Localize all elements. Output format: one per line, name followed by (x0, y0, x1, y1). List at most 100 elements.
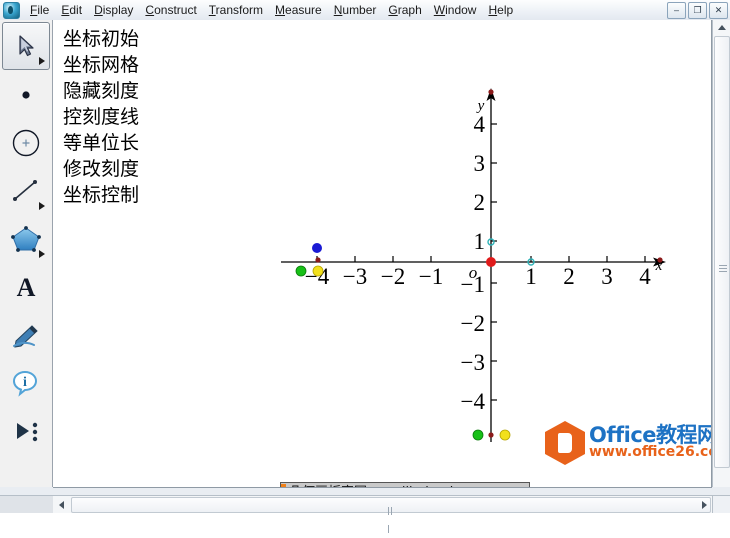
coordinate-system: −4 −3 −2 −1 1 2 3 4 4 3 2 1 −1 −2 −3 −4 (281, 88, 666, 442)
polygon-tool[interactable] (3, 216, 49, 262)
y-axis-arrow-point[interactable] (488, 89, 494, 95)
x-tick-label-1: 1 (525, 264, 537, 289)
close-button[interactable]: ✕ (709, 2, 728, 19)
office-hex-icon (545, 421, 585, 465)
office-url-text: www.office26.com (589, 444, 711, 460)
scrollbar-corner (712, 495, 730, 513)
x-left-anchor-point[interactable] (315, 257, 321, 263)
custom-tool[interactable] (3, 408, 49, 454)
origin-point[interactable] (486, 257, 496, 267)
x-tick-label-3: 3 (601, 264, 613, 289)
y-tick-label-1: 1 (474, 229, 486, 254)
scroll-left-button[interactable] (54, 497, 69, 512)
vertical-scroll-grip-icon (719, 265, 727, 272)
arrow-left-icon (59, 500, 64, 509)
toolbox: A i (0, 20, 53, 487)
menu-display-rest: isplay (102, 2, 134, 17)
menu-edit[interactable]: Edit (55, 2, 88, 19)
x-tick-label--3: −3 (343, 264, 367, 289)
horizontal-scrollbar[interactable] (53, 495, 730, 533)
horizontal-scroll-thumb[interactable] (71, 497, 711, 533)
x-axis-arrow-point[interactable] (657, 257, 663, 263)
y-tick-label-2: 2 (474, 190, 486, 215)
scroll-right-button[interactable] (697, 497, 712, 512)
office-tutorial-logo: Office教程网 www.office26.com (543, 419, 711, 465)
menu-construct-acc: C (145, 2, 155, 17)
menu-graph[interactable]: Graph (382, 2, 427, 19)
y-tick-label-3: 3 (474, 151, 486, 176)
x-tick-label--2: −2 (381, 264, 405, 289)
green-control-point-x[interactable] (295, 265, 307, 277)
menu-display-acc: D (94, 2, 103, 17)
scroll-up-button[interactable] (714, 20, 729, 35)
yellow-control-point-x[interactable] (312, 265, 324, 277)
x-tick-label-2: 2 (563, 264, 575, 289)
arrow-up-icon (717, 25, 726, 30)
menu-transform-rest: ransform (215, 2, 264, 17)
menu-number[interactable]: Number (328, 2, 383, 19)
svg-text:i: i (23, 375, 27, 390)
menu-measure-acc: M (275, 2, 286, 17)
menu-edit-rest: dit (69, 2, 83, 17)
y-axis-label: y (476, 98, 485, 114)
arrow-tool-expander-icon[interactable] (39, 57, 45, 65)
menu-window-acc: W (433, 2, 446, 17)
y-tick-label--4: −4 (461, 389, 486, 414)
horizontal-scroll-grip-icon (388, 502, 394, 533)
arrow-cursor-icon (19, 35, 34, 57)
sketchpad-icon (3, 1, 20, 19)
y-tick-label--3: −3 (461, 350, 485, 375)
minimize-button[interactable]: – (667, 2, 686, 19)
vertical-scrollbar[interactable] (712, 20, 730, 487)
origin-label: o (469, 263, 478, 282)
arrow-select-tool[interactable] (2, 22, 50, 70)
menu-measure-rest: easure (285, 2, 322, 17)
sketchpad-window: File Edit Display Construct Transform Me… (0, 0, 730, 533)
menu-help[interactable]: Help (482, 2, 519, 19)
watermark-text: 几何画板官网www.jihehuaban.com.cn (286, 484, 529, 487)
y-bottom-anchor-point[interactable] (488, 432, 494, 438)
y-tick-label--2: −2 (461, 311, 485, 336)
point-tool[interactable] (3, 72, 49, 118)
window-controls: – ❐ ✕ (667, 2, 728, 19)
play-triangle-icon (17, 422, 38, 442)
menu-help-rest: elp (497, 2, 514, 17)
x-axis-ticks (316, 256, 646, 262)
restore-button[interactable]: ❐ (688, 2, 707, 19)
info-balloon-icon: i (13, 371, 38, 397)
menu-measure[interactable]: Measure (269, 2, 328, 19)
menu-window[interactable]: Window (428, 2, 483, 19)
line-tool-expander-icon[interactable] (39, 202, 45, 210)
x-tick-label-4: 4 (639, 264, 651, 289)
yellow-control-point-y[interactable] (499, 429, 511, 441)
marker-pen-icon (13, 325, 38, 348)
green-control-point-y[interactable] (472, 429, 484, 441)
menu-construct[interactable]: Construct (139, 2, 202, 19)
compass-circle-tool[interactable] (3, 120, 49, 166)
text-a-icon: A (17, 273, 36, 301)
straightedge-line-tool[interactable] (3, 168, 49, 214)
menu-transform[interactable]: Transform (203, 2, 269, 19)
y-tick-label-4: 4 (474, 112, 486, 137)
marker-pen-tool[interactable] (3, 312, 49, 358)
menu-bar: File Edit Display Construct Transform Me… (0, 0, 730, 21)
menu-transform-acc: T (208, 2, 216, 17)
menu-display[interactable]: Display (88, 2, 139, 19)
blue-control-point[interactable] (312, 243, 322, 253)
line-segment-icon (13, 180, 37, 201)
menu-graph-rest: raph (397, 2, 422, 17)
status-corner-left (0, 495, 53, 513)
svg-text:A: A (17, 273, 36, 301)
vertical-scroll-thumb[interactable] (714, 36, 730, 468)
menu-help-acc: H (488, 2, 498, 17)
menu-file[interactable]: File (24, 2, 55, 19)
information-tool[interactable]: i (3, 360, 49, 406)
menu-number-rest: umber (342, 2, 377, 17)
text-tool[interactable]: A (3, 264, 49, 310)
menu-construct-rest: onstruct (154, 2, 197, 17)
sketch-canvas[interactable]: 坐标初始 坐标网格 隐藏刻度 控刻度线 等单位长 修改刻度 坐标控制 −4 −3… (53, 20, 712, 488)
site-watermark: 几何画板官网www.jihehuaban.com.cn (280, 482, 530, 487)
polygon-tool-expander-icon[interactable] (39, 250, 45, 258)
circle-icon (12, 129, 40, 157)
menu-graph-acc: G (388, 2, 398, 17)
